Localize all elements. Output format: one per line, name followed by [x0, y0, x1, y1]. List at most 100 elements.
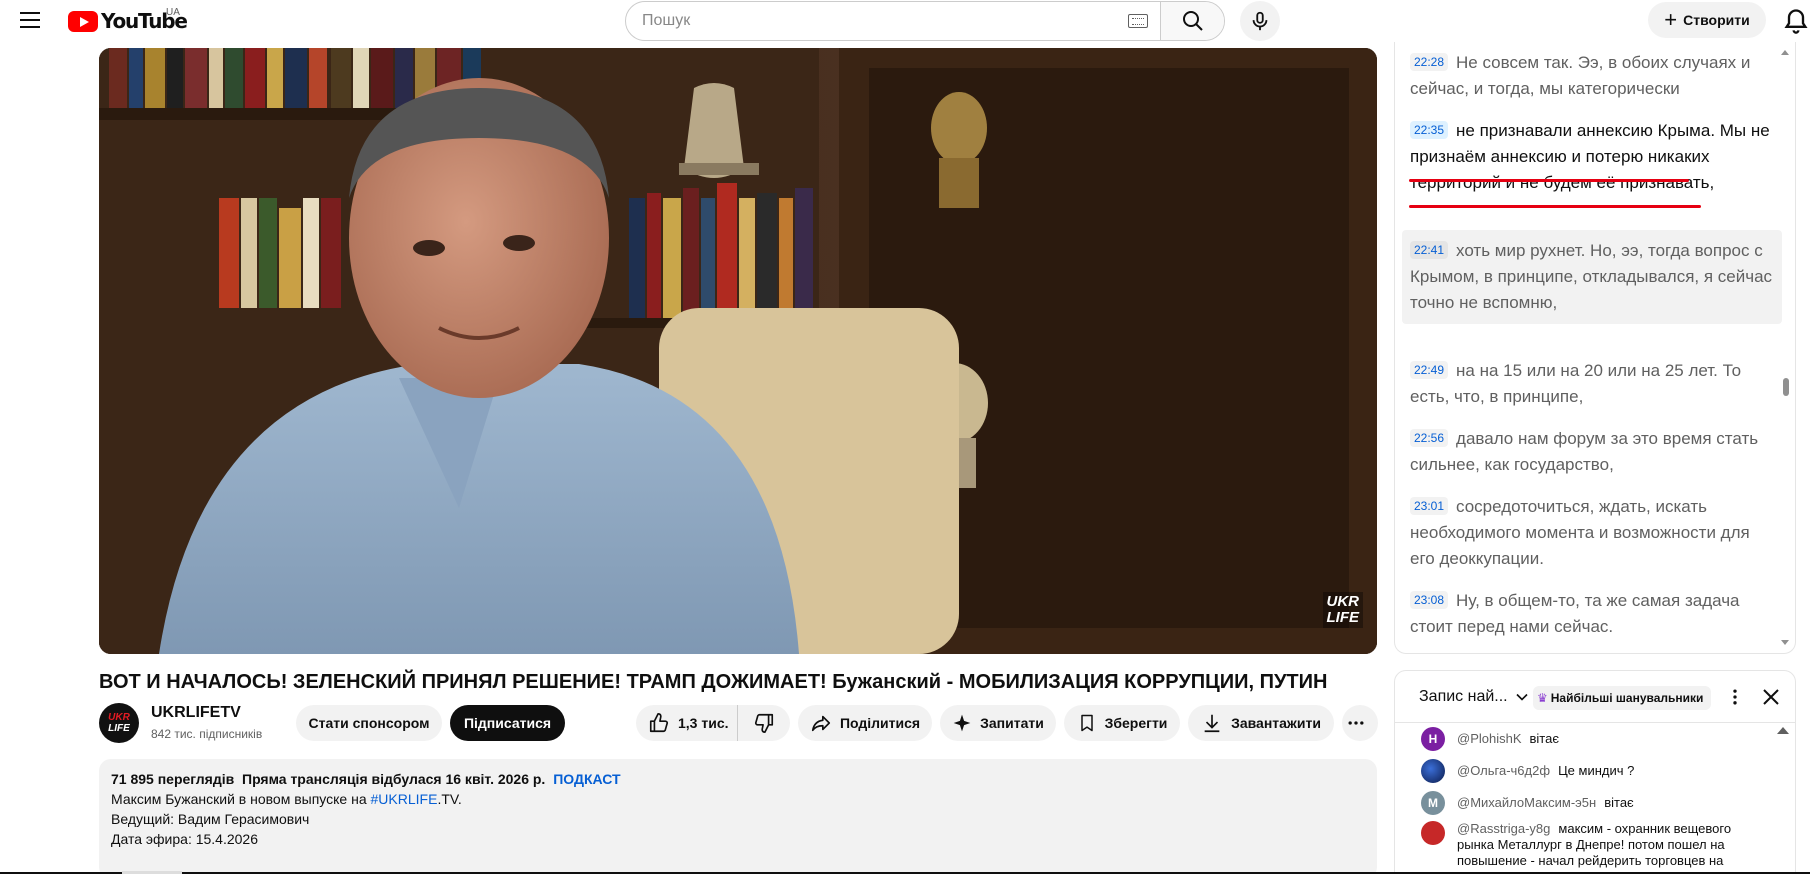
- segment-timestamp: 22:28: [1410, 53, 1449, 71]
- ask-button[interactable]: Запитати: [940, 705, 1056, 741]
- thumbs-down-icon: [754, 713, 774, 733]
- download-button[interactable]: Завантажити: [1188, 705, 1334, 741]
- chat-mode-dropdown[interactable]: Запис най...: [1419, 687, 1532, 707]
- segment-timestamp: 23:01: [1410, 497, 1449, 515]
- segment-text: хоть мир рухнет. Но, ээ, тогда вопрос с …: [1410, 241, 1773, 312]
- segment-timestamp: 22:35: [1410, 121, 1449, 139]
- voice-search-button[interactable]: [1240, 1, 1280, 41]
- description-line3: Дата эфира: 15.4.2026: [111, 831, 259, 847]
- plus-icon: +: [1664, 7, 1678, 32]
- subscribe-button[interactable]: Підписатися: [450, 705, 565, 741]
- books-middle: [219, 198, 341, 308]
- download-label: Завантажити: [1231, 715, 1321, 731]
- join-button[interactable]: Стати спонсором: [296, 705, 442, 741]
- chat-message[interactable]: M @МихайлоМаксим-э5н вітає: [1421, 791, 1771, 815]
- description-line1: Максим Бужанский в новом выпуске на #UKR…: [111, 789, 1365, 809]
- scroll-down-arrow[interactable]: [1781, 640, 1789, 645]
- description-box[interactable]: 71 895 переглядів Пряма трансляція відбу…: [99, 759, 1377, 874]
- create-label: Створити: [1683, 12, 1750, 28]
- youtube-play-icon: [68, 10, 98, 32]
- chat-message[interactable]: H @PlohishK вітає: [1421, 727, 1771, 751]
- thumbs-up-icon: [649, 713, 669, 733]
- transcript-segment[interactable]: 23:08 Ну, в общем-то, та же самая задача …: [1402, 580, 1782, 648]
- segment-timestamp: 22:56: [1410, 429, 1449, 447]
- video-frame: [99, 48, 1377, 654]
- chat-text: Це миндич ?: [1558, 763, 1635, 778]
- chat-message[interactable]: @Ольга-ч6д2ф Це миндич ?: [1421, 759, 1771, 783]
- handdrawn-underline: [1409, 205, 1701, 208]
- chat-avatar: H: [1421, 727, 1445, 751]
- chat-header: Запис най... ♛ Найбільші шанувальники: [1395, 671, 1795, 723]
- chat-author: @Rasstriga-y8g: [1457, 821, 1551, 836]
- transcript-segment[interactable]: 22:41 хоть мир рухнет. Но, ээ, тогда вопр…: [1402, 230, 1782, 324]
- description-meta: 71 895 переглядів Пряма трансляція відбу…: [111, 769, 1365, 789]
- video-title: ВОТ И НАЧАЛОСЬ! ЗЕЛЕНСКИЙ ПРИНЯЛ РЕШЕНИЕ…: [99, 671, 1328, 693]
- bookmark-icon: [1080, 714, 1093, 732]
- channel-avatar[interactable]: UKR LIFE: [99, 703, 139, 743]
- segment-text: сосредоточиться, ждать, искать необходим…: [1410, 497, 1750, 568]
- chat-avatar: [1421, 759, 1445, 783]
- share-button[interactable]: Поділитися: [798, 705, 932, 741]
- video-player[interactable]: UKR LIFE: [99, 48, 1377, 654]
- segment-text: Не совсем так. Ээ, в обоих случаях и сей…: [1410, 53, 1751, 98]
- save-button[interactable]: Зберегти: [1064, 705, 1180, 741]
- segment-text: давало нам форум за это время стать силь…: [1410, 429, 1759, 474]
- transcript-segment[interactable]: 22:56 давало нам форум за это время стать…: [1402, 418, 1782, 486]
- chat-author: @PlohishK: [1457, 731, 1522, 746]
- search-button[interactable]: [1160, 2, 1224, 40]
- transcript-segment[interactable]: 22:49 на на 15 или на 20 или на 25 лет. Т…: [1402, 350, 1782, 418]
- masthead: YouTube UA + Створити: [0, 0, 1810, 42]
- view-count: 71 895 переглядів: [111, 771, 235, 787]
- transcript-segment[interactable]: 22:28 Не совсем так. Ээ, в обоих случаях …: [1402, 42, 1782, 110]
- keyboard-icon[interactable]: [1128, 14, 1148, 28]
- country-code: UA: [166, 7, 180, 18]
- dislike-button[interactable]: [738, 705, 790, 741]
- chat-author: @МихайлоМаксим-э5н: [1457, 795, 1597, 810]
- chat-avatar: M: [1421, 791, 1445, 815]
- share-label: Поділитися: [839, 715, 921, 731]
- chat-mode-label: Запис най...: [1419, 688, 1508, 705]
- segment-timestamp: 23:08: [1410, 591, 1449, 609]
- chat-text: вітає: [1604, 795, 1634, 810]
- transcript-scrollbar-thumb[interactable]: [1783, 378, 1789, 396]
- chat-scroll-up-arrow[interactable]: [1777, 727, 1789, 734]
- description-line1-suffix: .TV.: [437, 791, 462, 807]
- ask-label: Запитати: [980, 715, 1044, 731]
- transcript-segment-active[interactable]: 22:35 не признавали аннексию Крыма. Мы не…: [1402, 110, 1782, 204]
- like-button[interactable]: 1,3 тис.: [636, 705, 738, 741]
- channel-name[interactable]: UKRLIFETV: [151, 704, 241, 722]
- description-line1-text: Максим Бужанский в новом выпуске на: [111, 791, 371, 807]
- sparkle-icon: [953, 714, 971, 732]
- more-actions-button[interactable]: [1342, 705, 1378, 741]
- transcript-segment[interactable]: 23:01 сосредоточиться, ждать, искать необ…: [1402, 486, 1782, 580]
- more-vertical-icon[interactable]: [1725, 685, 1745, 709]
- chat-author: @Ольга-ч6д2ф: [1457, 763, 1551, 778]
- chat-message[interactable]: @Rasstriga-y8g максим - охранник вещевого…: [1421, 821, 1771, 869]
- chat-replay-panel: Запис най... ♛ Найбільші шанувальники H …: [1394, 670, 1796, 874]
- menu-icon[interactable]: [20, 12, 44, 30]
- books-right: [629, 183, 813, 318]
- crown-icon: ♛: [1537, 691, 1548, 705]
- top-fans-chip[interactable]: ♛ Найбільші шанувальники: [1533, 686, 1712, 710]
- chat-text: вітає: [1529, 731, 1559, 746]
- save-label: Зберегти: [1104, 715, 1168, 731]
- like-count: 1,3 тис.: [678, 715, 729, 731]
- search-input[interactable]: [626, 2, 1128, 40]
- handdrawn-underline: [1409, 179, 1689, 182]
- subscriber-count: 842 тис. підписників: [151, 727, 263, 741]
- close-icon[interactable]: [1759, 685, 1783, 709]
- top-fans-label: Найбільші шанувальники: [1550, 691, 1704, 705]
- chat-avatar: [1421, 821, 1445, 845]
- create-button[interactable]: + Створити: [1648, 2, 1766, 38]
- hashtag-podcast[interactable]: ПОДКАСТ: [553, 771, 620, 787]
- search-box: [625, 1, 1225, 41]
- watermark-line2: LIFE: [1326, 609, 1360, 626]
- scroll-up-arrow[interactable]: [1781, 50, 1789, 55]
- segment-text: Ну, в общем-то, та же самая задача стоит…: [1410, 591, 1740, 636]
- more-horizontal-icon: [1348, 721, 1364, 725]
- hashtag-ukrlife[interactable]: #UKRLIFE: [371, 791, 438, 807]
- transcript-panel[interactable]: 22:28 Не совсем так. Ээ, в обоих случаях …: [1394, 42, 1796, 654]
- like-dislike-group: 1,3 тис.: [636, 705, 790, 741]
- segment-timestamp: 22:41: [1410, 241, 1449, 259]
- bell-icon[interactable]: [1782, 6, 1810, 36]
